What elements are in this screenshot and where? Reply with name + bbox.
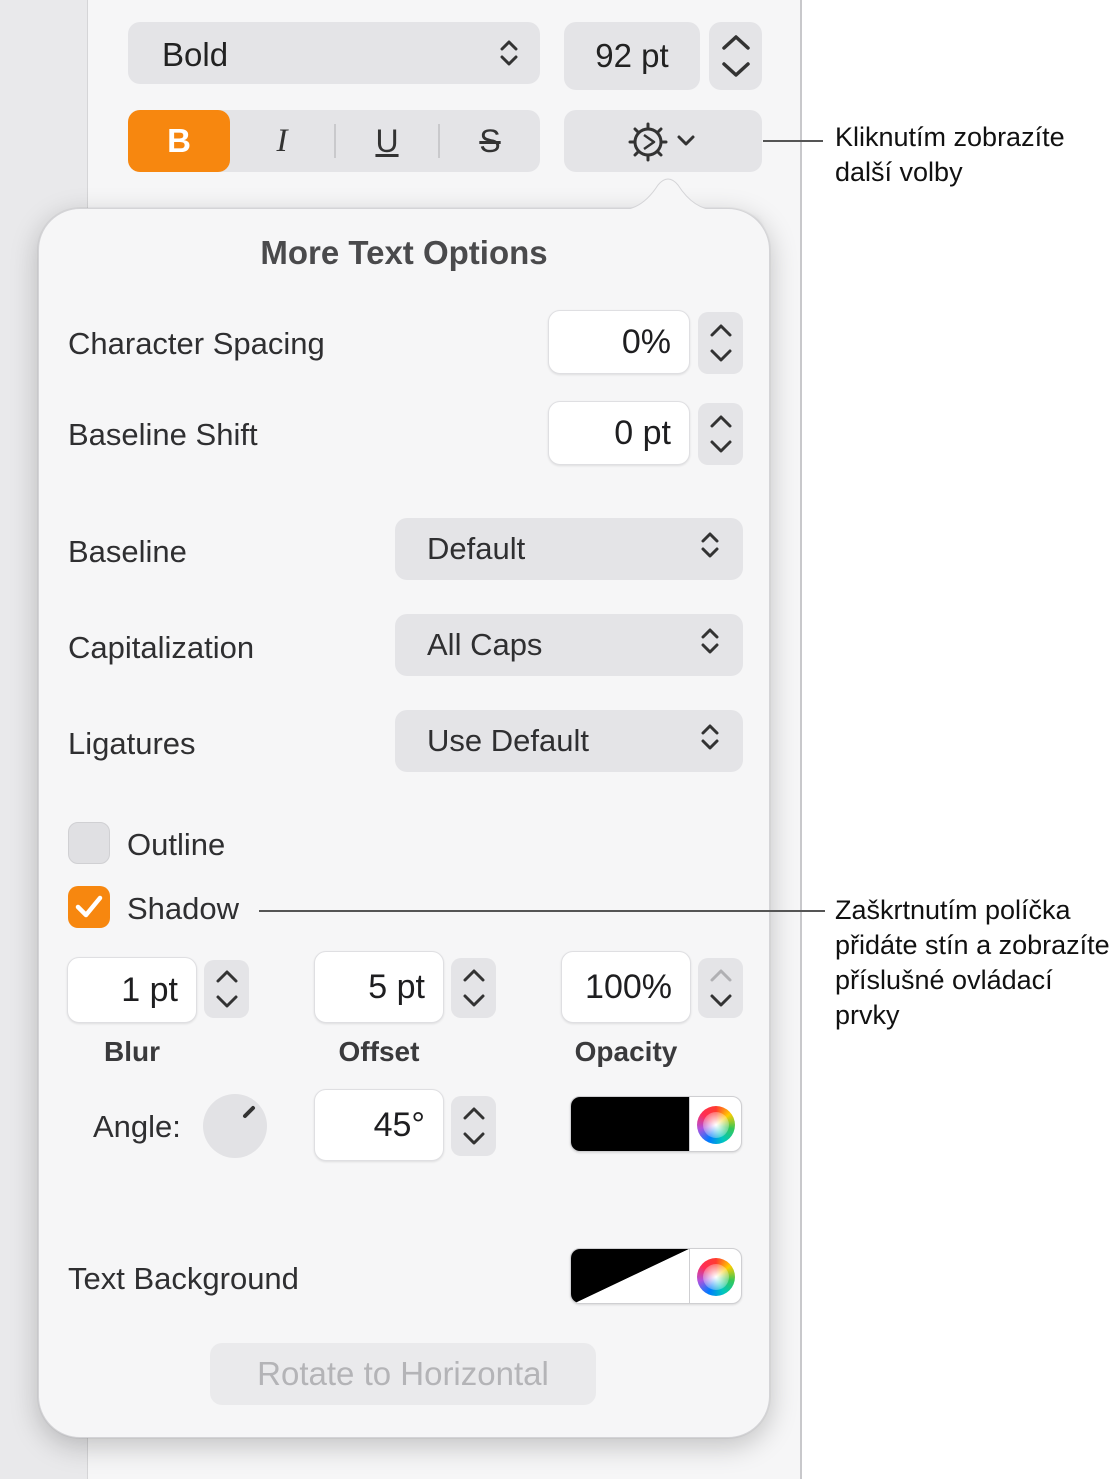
baseline-popup[interactable]: Default [395,518,743,580]
gear-icon [628,122,668,167]
chevron-down-icon [676,134,696,153]
rotate-to-horizontal-button[interactable]: Rotate to Horizontal [210,1343,596,1405]
baseline-label: Baseline [68,534,187,569]
text-background-color-well[interactable] [570,1248,742,1304]
capitalization-label: Capitalization [68,630,255,665]
shadow-color-swatch [571,1097,689,1151]
ligatures-popup[interactable]: Use Default [395,710,743,772]
character-spacing-field[interactable]: 0% [548,310,690,374]
underline-button[interactable]: U [336,110,438,172]
offset-label: Offset [338,1036,420,1067]
character-spacing-stepper[interactable] [698,312,743,374]
text-style-segmented: B I U S [128,110,540,172]
capitalization-popup[interactable]: All Caps [395,614,743,676]
font-size-stepper[interactable] [709,22,762,90]
opacity-field[interactable]: 100% [561,951,691,1023]
ligatures-value: Use Default [427,723,589,758]
character-spacing-label: Character Spacing [68,326,325,361]
opacity-label: Opacity [574,1036,678,1067]
outline-label: Outline [127,827,226,862]
text-background-label: Text Background [68,1261,299,1296]
blur-field[interactable]: 1 pt [67,957,197,1023]
angle-stepper[interactable] [451,1096,496,1156]
ligatures-label: Ligatures [68,726,196,761]
popover-title: More Text Options [260,234,548,271]
blur-stepper[interactable] [204,960,249,1018]
strikethrough-button[interactable]: S [440,110,540,172]
gear-callout: Kliknutím zobrazíte další volby [835,122,1065,187]
callout-line [259,910,825,912]
shadow-checkbox[interactable] [68,886,110,928]
chevron-updown-icon [699,625,721,665]
bold-button[interactable]: B [128,110,230,172]
outline-checkbox[interactable] [68,822,110,864]
divider [689,1249,690,1303]
angle-label: Angle: [93,1109,181,1144]
color-wheel-icon[interactable] [697,1258,735,1296]
shadow-color-well[interactable] [570,1096,742,1152]
opacity-stepper[interactable] [698,958,743,1018]
popover-arrow [620,178,716,211]
more-options-button[interactable] [564,110,762,172]
checkmark-icon [75,895,103,918]
italic-button[interactable]: I [230,110,334,172]
blur-label: Blur [104,1036,160,1067]
font-size-field[interactable]: 92 pt [564,22,700,90]
shadow-callout: Zaškrtnutím políčka přidáte stín a zobra… [835,895,1110,1030]
callout-line [763,140,823,142]
capitalization-value: All Caps [427,627,543,662]
chevron-updown-icon [699,721,721,761]
angle-field[interactable]: 45° [314,1089,444,1161]
chevron-updown-icon [699,529,721,569]
font-style-popup[interactable]: Bold [128,22,540,84]
baseline-value: Default [427,531,526,566]
baseline-shift-label: Baseline Shift [68,417,258,452]
color-wheel-icon[interactable] [697,1106,735,1144]
no-fill-swatch [571,1249,689,1303]
baseline-shift-stepper[interactable] [698,403,743,465]
font-style-value: Bold [162,36,229,73]
offset-field[interactable]: 5 pt [314,951,444,1023]
baseline-shift-field[interactable]: 0 pt [548,401,690,465]
angle-dial-icon[interactable] [203,1094,267,1158]
shadow-label: Shadow [127,891,240,926]
divider [689,1097,690,1151]
offset-stepper[interactable] [451,958,496,1018]
chevron-updown-icon [498,37,520,74]
